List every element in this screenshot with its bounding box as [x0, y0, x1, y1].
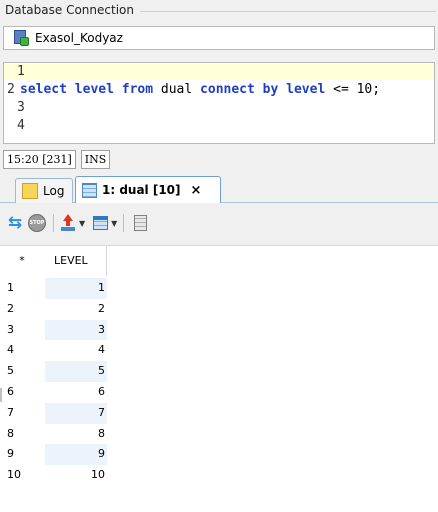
editor-status-bar: 15:20 [231] INS: [3, 150, 111, 169]
result-grid[interactable]: * LEVEL 1 1 2 2 3 3 4 4 5 5 6 6 7 7 8 8 9 9 10 10: [0, 245, 438, 512]
grid-header: * LEVEL: [0, 246, 438, 276]
editor-line-2[interactable]: 2 select level from dual connect by level…: [4, 82, 434, 98]
row-number[interactable]: 10: [0, 465, 45, 486]
keyword-by: by: [262, 82, 279, 97]
table-row[interactable]: 88: [0, 424, 438, 445]
cell-level[interactable]: 9: [45, 444, 107, 466]
cell-level[interactable]: 1: [45, 278, 107, 299]
table-row[interactable]: 33: [0, 319, 438, 341]
connection-name: Exasol_Kodyaz: [35, 31, 123, 45]
export-button[interactable]: ▼: [60, 212, 85, 234]
editor-line-1[interactable]: 1: [4, 64, 434, 80]
row-number[interactable]: 4: [0, 340, 45, 361]
chevron-down-icon[interactable]: ▼: [79, 219, 85, 228]
cell-level[interactable]: 7: [45, 402, 107, 424]
row-number[interactable]: 9: [0, 444, 45, 465]
grid-corner[interactable]: *: [0, 246, 45, 276]
stop-button[interactable]: STOP: [27, 212, 47, 234]
stop-icon: STOP: [28, 214, 46, 232]
row-number[interactable]: 6: [0, 382, 45, 403]
view-button[interactable]: ▼: [93, 212, 117, 234]
result-toolbar: ⇆ STOP ▼ ▼: [0, 210, 150, 236]
grid-rows: 1 1 2 2 3 3 4 4 5 5 6 6 7 7 8 8 9 9 10 10: [0, 278, 438, 486]
connection-selector[interactable]: Exasol_Kodyaz: [3, 26, 435, 50]
keyword-level: level: [286, 82, 326, 97]
literal-number: 10;: [356, 82, 381, 97]
database-connection-icon: [14, 30, 30, 46]
log-icon: [22, 183, 38, 199]
line-number: 4: [17, 118, 25, 133]
row-number[interactable]: 1: [0, 278, 45, 299]
keyword-select: select: [20, 82, 67, 97]
cell-level[interactable]: 2: [45, 299, 107, 320]
row-number[interactable]: 7: [0, 403, 45, 424]
cell-level[interactable]: 4: [45, 340, 107, 361]
table-row[interactable]: 66: [0, 382, 438, 403]
group-divider: [140, 11, 436, 12]
toolbar-separator: [53, 214, 54, 232]
line-number: 1: [17, 64, 25, 79]
cell-level[interactable]: 3: [45, 319, 107, 341]
column-header-level[interactable]: LEVEL: [45, 246, 107, 276]
row-number[interactable]: 8: [0, 424, 45, 445]
table-row[interactable]: 77: [0, 402, 438, 424]
table-row[interactable]: 99: [0, 444, 438, 466]
table-row[interactable]: 44: [0, 340, 438, 361]
close-icon[interactable]: ×: [191, 183, 202, 198]
database-connection-group: Database Connection Exasol_Kodyaz: [0, 0, 438, 56]
toolbar-separator: [123, 214, 125, 232]
refresh-button[interactable]: ⇆: [5, 212, 25, 234]
table-icon: [93, 216, 109, 230]
operator: <=: [333, 82, 349, 97]
row-number[interactable]: 2: [0, 299, 45, 320]
identifier-dual: dual: [160, 82, 193, 97]
refresh-icon: ⇆: [7, 213, 23, 233]
row-number[interactable]: 3: [0, 320, 45, 341]
tab-log[interactable]: Log: [15, 178, 73, 203]
keyword-connect: connect: [200, 82, 255, 97]
line-number: 2: [7, 82, 15, 97]
keyword-from: from: [121, 82, 154, 97]
tab-log-label: Log: [43, 184, 65, 198]
table-grid-icon: [82, 182, 97, 198]
cell-level[interactable]: 10: [45, 465, 107, 486]
editor-line-4[interactable]: 4: [4, 118, 434, 134]
table-row[interactable]: 22: [0, 299, 438, 320]
splitter-handle[interactable]: [0, 388, 2, 402]
database-connection-title: Database Connection: [5, 3, 138, 17]
calculator-button[interactable]: [130, 212, 150, 234]
calculator-icon: [133, 215, 147, 231]
line-number: 3: [17, 100, 25, 115]
tab-result-label: 1: dual [10]: [102, 183, 181, 197]
table-row[interactable]: 10 10: [0, 465, 438, 486]
result-tabs: Log 1: dual [10] ×: [0, 175, 438, 203]
chevron-down-icon[interactable]: ▼: [111, 219, 117, 228]
keyword-level: level: [74, 82, 114, 97]
cell-level[interactable]: 8: [45, 424, 107, 445]
table-row[interactable]: 11: [0, 278, 438, 299]
sql-editor[interactable]: 1 2 select level from dual connect by lev…: [3, 62, 435, 144]
tab-result-dual[interactable]: 1: dual [10] ×: [75, 176, 221, 203]
insert-mode: INS: [80, 150, 111, 169]
editor-line-3[interactable]: 3: [4, 100, 434, 116]
cursor-position: 15:20 [231]: [3, 150, 76, 169]
export-icon: [60, 214, 76, 232]
table-row[interactable]: 55: [0, 361, 438, 382]
row-number[interactable]: 5: [0, 361, 45, 382]
cell-level[interactable]: 5: [45, 361, 107, 382]
cell-level[interactable]: 6: [45, 382, 107, 403]
